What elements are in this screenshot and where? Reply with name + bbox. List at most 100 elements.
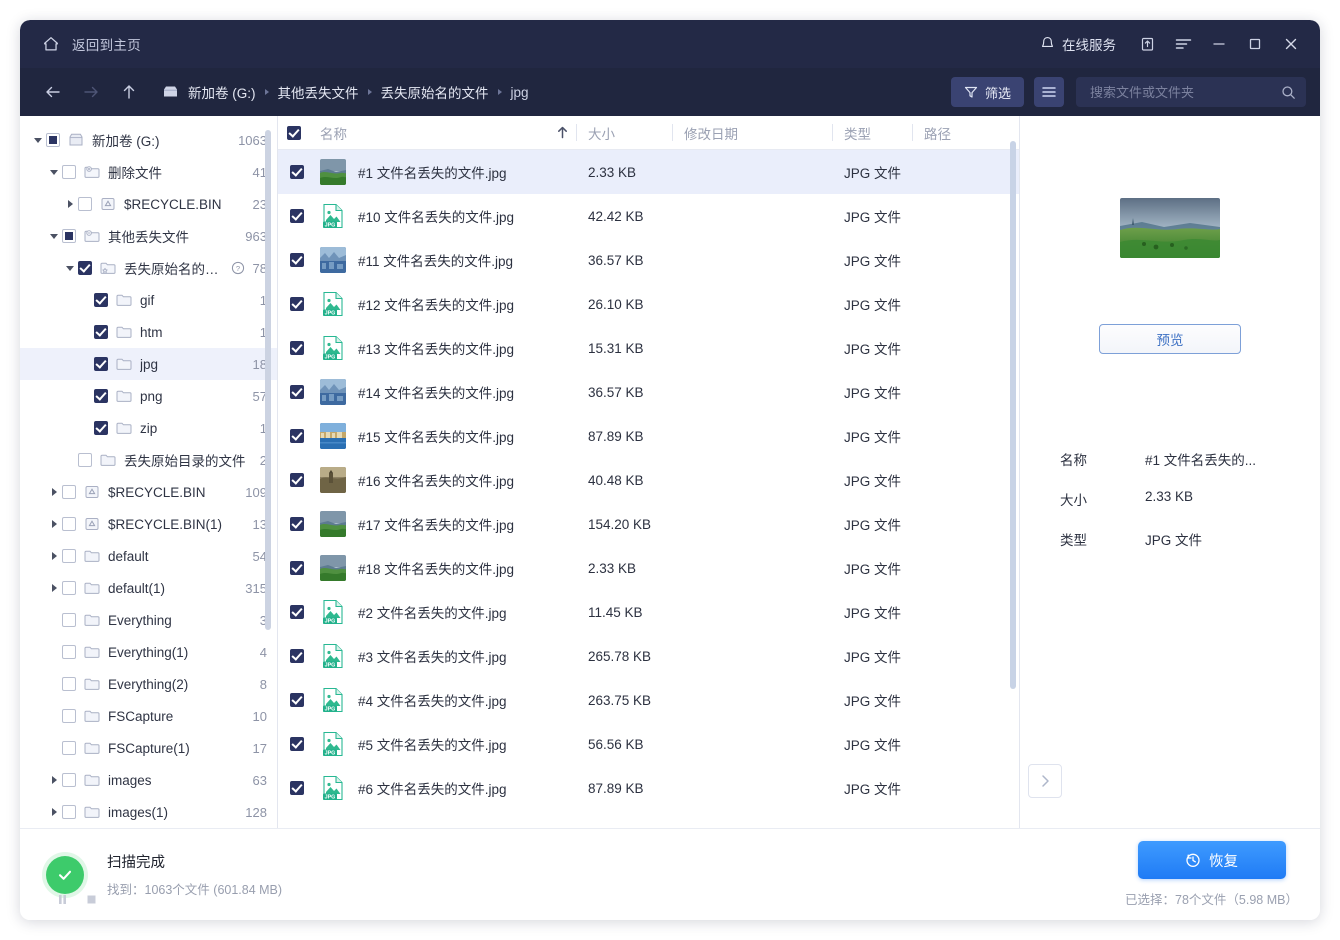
row-checkbox-8[interactable] xyxy=(278,517,316,531)
row-checkbox-13[interactable] xyxy=(278,737,316,751)
tree-expand-toggle[interactable] xyxy=(46,572,62,604)
tree-checkbox-14[interactable] xyxy=(62,581,76,595)
tree-node-15[interactable]: Everything3 xyxy=(20,604,277,636)
tree-node-3[interactable]: 其他丢失文件963 xyxy=(20,220,277,252)
column-header-path[interactable]: 路径 xyxy=(912,116,1019,149)
select-all-checkbox[interactable] xyxy=(278,116,316,149)
tree-expand-toggle[interactable] xyxy=(46,156,62,188)
tree-checkbox-21[interactable] xyxy=(62,805,76,819)
filter-button[interactable]: 筛选 xyxy=(951,77,1024,107)
sidebar-scrollbar[interactable] xyxy=(265,130,271,630)
tree-node-13[interactable]: default54 xyxy=(20,540,277,572)
search-box[interactable] xyxy=(1076,77,1306,107)
table-row[interactable]: JPG#10 文件名丢失的文件.jpg42.42 KBJPG 文件 xyxy=(278,194,1019,238)
breadcrumb-item-2[interactable]: 丢失原始名的文件 xyxy=(381,82,489,102)
tree-expand-toggle[interactable] xyxy=(46,796,62,828)
tree-node-1[interactable]: 删除文件41 xyxy=(20,156,277,188)
online-service-button[interactable]: 在线服务 xyxy=(1028,34,1128,54)
tree-checkbox-20[interactable] xyxy=(62,773,76,787)
tree-checkbox-6[interactable] xyxy=(94,325,108,339)
row-checkbox-1[interactable] xyxy=(278,209,316,223)
tree-node-20[interactable]: images63 xyxy=(20,764,277,796)
row-checkbox-7[interactable] xyxy=(278,473,316,487)
preview-button[interactable]: 预览 xyxy=(1099,324,1241,354)
tree-node-19[interactable]: FSCapture(1)17 xyxy=(20,732,277,764)
row-checkbox-0[interactable] xyxy=(278,165,316,179)
minimize-button[interactable] xyxy=(1202,27,1236,61)
tree-checkbox-1[interactable] xyxy=(62,165,76,179)
table-row[interactable]: #14 文件名丢失的文件.jpg36.57 KBJPG 文件 xyxy=(278,370,1019,414)
row-checkbox-6[interactable] xyxy=(278,429,316,443)
column-header-type[interactable]: 类型 xyxy=(832,116,912,149)
row-checkbox-4[interactable] xyxy=(278,341,316,355)
table-row[interactable]: #17 文件名丢失的文件.jpg154.20 KBJPG 文件 xyxy=(278,502,1019,546)
tree-node-17[interactable]: Everything(2)8 xyxy=(20,668,277,700)
tree-node-16[interactable]: Everything(1)4 xyxy=(20,636,277,668)
row-checkbox-11[interactable] xyxy=(278,649,316,663)
table-row[interactable]: JPG#6 文件名丢失的文件.jpg87.89 KBJPG 文件 xyxy=(278,766,1019,810)
tree-node-5[interactable]: gif1 xyxy=(20,284,277,316)
tree-node-10[interactable]: 丢失原始目录的文件2 xyxy=(20,444,277,476)
tree-node-7[interactable]: jpg18 xyxy=(20,348,277,380)
tree-checkbox-15[interactable] xyxy=(62,613,76,627)
tree-node-9[interactable]: zip1 xyxy=(20,412,277,444)
tree-node-4[interactable]: 丢失原始名的文件?78 xyxy=(20,252,277,284)
breadcrumb-item-0[interactable]: 新加卷 (G:) xyxy=(188,82,256,102)
preview-next-button[interactable] xyxy=(1028,764,1062,798)
row-checkbox-3[interactable] xyxy=(278,297,316,311)
table-row[interactable]: JPG#4 文件名丢失的文件.jpg263.75 KBJPG 文件 xyxy=(278,678,1019,722)
search-input[interactable] xyxy=(1088,84,1281,101)
tree-checkbox-8[interactable] xyxy=(94,389,108,403)
tree-node-8[interactable]: png57 xyxy=(20,380,277,412)
table-row[interactable]: #15 文件名丢失的文件.jpg87.89 KBJPG 文件 xyxy=(278,414,1019,458)
back-to-home-button[interactable]: 返回到主页 xyxy=(42,34,141,54)
tree-expand-toggle[interactable] xyxy=(62,188,78,220)
stop-icon[interactable] xyxy=(85,893,98,906)
table-row[interactable]: JPG#13 文件名丢失的文件.jpg15.31 KBJPG 文件 xyxy=(278,326,1019,370)
upgrade-button[interactable] xyxy=(1130,27,1164,61)
tree-checkbox-4[interactable] xyxy=(78,261,92,275)
pause-icon[interactable] xyxy=(56,893,69,906)
tree-checkbox-12[interactable] xyxy=(62,517,76,531)
tree-checkbox-7[interactable] xyxy=(94,357,108,371)
tree-node-2[interactable]: $RECYCLE.BIN23 xyxy=(20,188,277,220)
table-row[interactable]: JPG#3 文件名丢失的文件.jpg265.78 KBJPG 文件 xyxy=(278,634,1019,678)
tree-expand-toggle[interactable] xyxy=(46,508,62,540)
tree-checkbox-2[interactable] xyxy=(78,197,92,211)
row-checkbox-9[interactable] xyxy=(278,561,316,575)
tree-checkbox-13[interactable] xyxy=(62,549,76,563)
tree-node-14[interactable]: default(1)315 xyxy=(20,572,277,604)
tree-checkbox-16[interactable] xyxy=(62,645,76,659)
tree-checkbox-18[interactable] xyxy=(62,709,76,723)
search-icon[interactable] xyxy=(1281,85,1296,100)
tree-checkbox-17[interactable] xyxy=(62,677,76,691)
recover-button[interactable]: 恢复 xyxy=(1138,841,1286,879)
tree-expand-toggle[interactable] xyxy=(46,476,62,508)
tree-checkbox-10[interactable] xyxy=(78,453,92,467)
column-header-date[interactable]: 修改日期 xyxy=(672,116,832,149)
table-row[interactable]: #16 文件名丢失的文件.jpg40.48 KBJPG 文件 xyxy=(278,458,1019,502)
back-button[interactable] xyxy=(38,77,68,107)
table-row[interactable]: #1 文件名丢失的文件.jpg2.33 KBJPG 文件 xyxy=(278,150,1019,194)
tree-node-11[interactable]: $RECYCLE.BIN109 xyxy=(20,476,277,508)
tree-checkbox-9[interactable] xyxy=(94,421,108,435)
tree-node-12[interactable]: $RECYCLE.BIN(1)13 xyxy=(20,508,277,540)
tree-expand-toggle[interactable] xyxy=(46,220,62,252)
close-button[interactable] xyxy=(1274,27,1308,61)
table-row[interactable]: #11 文件名丢失的文件.jpg36.57 KBJPG 文件 xyxy=(278,238,1019,282)
row-checkbox-5[interactable] xyxy=(278,385,316,399)
breadcrumb-item-3[interactable]: jpg xyxy=(511,85,529,100)
column-header-name[interactable]: 名称 xyxy=(316,116,548,149)
tree-checkbox-0[interactable] xyxy=(46,133,60,147)
table-row[interactable]: #18 文件名丢失的文件.jpg2.33 KBJPG 文件 xyxy=(278,546,1019,590)
tree-expand-toggle[interactable] xyxy=(46,540,62,572)
forward-button[interactable] xyxy=(76,77,106,107)
table-row[interactable]: JPG#12 文件名丢失的文件.jpg26.10 KBJPG 文件 xyxy=(278,282,1019,326)
row-checkbox-12[interactable] xyxy=(278,693,316,707)
tree-expand-toggle[interactable] xyxy=(46,764,62,796)
maximize-button[interactable] xyxy=(1238,27,1272,61)
row-checkbox-14[interactable] xyxy=(278,781,316,795)
tree-checkbox-19[interactable] xyxy=(62,741,76,755)
breadcrumb-item-1[interactable]: 其他丢失文件 xyxy=(278,82,359,102)
column-header-size[interactable]: 大小 xyxy=(576,116,672,149)
